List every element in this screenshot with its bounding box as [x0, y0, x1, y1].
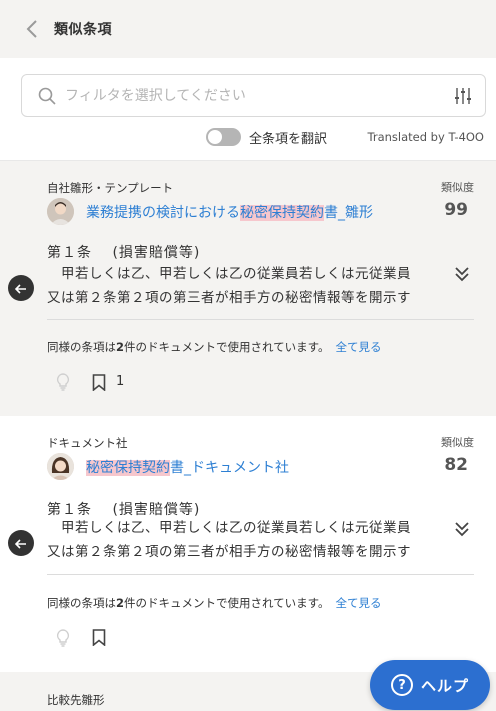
similarity-score: 82	[444, 455, 468, 475]
chevron-double-down-icon[interactable]	[454, 520, 470, 538]
translate-toggle-label: 全条項を翻訳	[249, 132, 328, 147]
arrow-left-icon	[14, 279, 27, 298]
chevron-left-icon[interactable]	[26, 19, 40, 39]
usage-suffix: 件のドキュメントで使用されています。	[124, 340, 330, 354]
see-all-link[interactable]: 全て見る	[336, 596, 382, 610]
bookmark-icon[interactable]	[92, 374, 106, 391]
usage-count: 2	[116, 340, 125, 354]
lightbulb-icon[interactable]	[56, 629, 70, 647]
clause-line: 甲若しくは乙、甲若しくは乙の従業員若しくは元従業員	[47, 520, 411, 536]
filter-input[interactable]	[65, 87, 435, 104]
source-label: 比較先雛形	[47, 693, 105, 707]
header-bar: 類似条項	[0, 0, 496, 58]
similarity-label: 類似度	[441, 181, 474, 194]
doc-prefix: 業務提携の検討における	[86, 205, 240, 221]
translated-by-credit: Translated by T-4OO	[367, 130, 484, 144]
clause-line: 又は第２条第２項の第三者が相手方の秘密情報等を開示す	[47, 544, 411, 560]
search-icon	[37, 86, 57, 106]
similarity-label: 類似度	[441, 436, 474, 449]
document-link[interactable]: 秘密保持契約書_ドキュメント社	[86, 457, 289, 477]
source-label: ドキュメント社	[47, 436, 128, 450]
similar-clause-card: 自社雛形・テンプレート 類似度 99 業務提携の検討における秘密保持契約書_雛形…	[0, 161, 496, 416]
filter-search-box[interactable]	[21, 74, 486, 117]
translate-row: 全条項を翻訳 Translated by T-4OO	[0, 126, 496, 148]
translate-toggle[interactable]	[206, 128, 241, 146]
clause-title: 第１条 (損害賠償等)	[47, 245, 201, 261]
doc-highlight: 秘密保持契約	[86, 460, 170, 476]
clause-body: 甲若しくは乙、甲若しくは乙の従業員若しくは元従業員 又は第２条第２項の第三者が相…	[47, 516, 447, 564]
clause-body: 甲若しくは乙、甲若しくは乙の従業員若しくは元従業員 又は第２条第２項の第三者が相…	[47, 262, 447, 310]
lightbulb-icon[interactable]	[56, 373, 70, 391]
similar-clause-card: ドキュメント社 類似度 82 秘密保持契約書_ドキュメント社 第１条 (損害賠償…	[0, 416, 496, 672]
usage-prefix: 同様の条項は	[47, 340, 116, 354]
avatar	[47, 198, 74, 225]
similarity-score: 99	[444, 200, 468, 220]
source-label: 自社雛形・テンプレート	[47, 181, 174, 195]
divider	[47, 319, 474, 320]
bookmark-icon[interactable]	[92, 629, 106, 646]
usage-count: 2	[116, 596, 125, 610]
document-link[interactable]: 業務提携の検討における秘密保持契約書_雛形	[86, 202, 373, 222]
insert-clause-button[interactable]	[8, 275, 34, 301]
clause-line: 甲若しくは乙、甲若しくは乙の従業員若しくは元従業員	[47, 266, 411, 282]
page-title: 類似条項	[54, 22, 112, 38]
help-label: ヘルプ	[420, 676, 469, 695]
divider	[47, 574, 474, 575]
help-icon: ?	[390, 674, 413, 696]
insert-clause-button[interactable]	[8, 530, 34, 556]
doc-suffix: 書_ドキュメント社	[170, 460, 289, 476]
usage-suffix: 件のドキュメントで使用されています。	[124, 596, 330, 610]
usage-prefix: 同様の条項は	[47, 596, 116, 610]
help-button[interactable]: ? ヘルプ	[370, 660, 490, 710]
toggle-knob	[208, 130, 222, 144]
clause-line: 又は第２条第２項の第三者が相手方の秘密情報等を開示す	[47, 290, 411, 306]
doc-suffix: 書_雛形	[324, 205, 373, 221]
arrow-left-icon	[14, 534, 27, 553]
doc-highlight: 秘密保持契約	[240, 205, 324, 221]
usage-info: 同様の条項は2件のドキュメントで使用されています。 全て見る	[47, 339, 382, 355]
chevron-double-down-icon[interactable]	[454, 265, 470, 283]
usage-info: 同様の条項は2件のドキュメントで使用されています。 全て見る	[47, 595, 382, 611]
filter-settings-icon[interactable]	[453, 86, 473, 106]
see-all-link[interactable]: 全て見る	[336, 340, 382, 354]
bookmark-count: 1	[116, 374, 125, 389]
avatar	[47, 453, 74, 480]
